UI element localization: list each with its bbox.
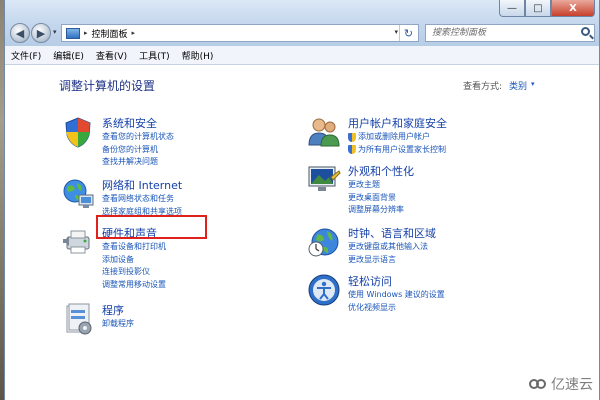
forward-button[interactable]: ▶ — [31, 23, 51, 43]
ease-of-access-icon — [308, 274, 340, 306]
menu-view[interactable]: 查看(V) — [90, 49, 133, 62]
link-windows-recommended-settings[interactable]: 使用 Windows 建议的设置 — [348, 289, 445, 302]
link-mobility-settings[interactable]: 调整常用移动设置 — [102, 279, 166, 292]
system-security-icon — [65, 117, 91, 148]
category-title[interactable]: 外观和个性化 — [348, 163, 414, 179]
clock-region-icon — [308, 228, 339, 257]
category-title[interactable]: 时钟、语言和区域 — [348, 225, 436, 241]
highlight-annotation-box — [96, 215, 207, 239]
link-optimize-visual-display[interactable]: 优化视频显示 — [348, 302, 445, 315]
category-title[interactable]: 程序 — [102, 302, 124, 318]
menu-file[interactable]: 文件(F) — [5, 49, 47, 62]
address-dropdown-icon[interactable]: ▾ — [394, 28, 398, 36]
search-icon[interactable] — [581, 27, 590, 36]
breadcrumb-arrow-icon[interactable]: ▸ — [132, 29, 136, 37]
programs-icon — [66, 303, 92, 335]
hardware-sound-icon — [63, 230, 90, 254]
control-panel-window: — □ X ◀ ▶ ▾ ▸ 控制面板 ▸ ▾ ↻ 文件(F) 编辑(E) 查看(… — [4, 0, 600, 400]
category-title[interactable]: 轻松访问 — [348, 273, 392, 289]
network-internet-icon — [63, 179, 94, 208]
watermark: 亿速云 — [529, 374, 593, 394]
link-network-status[interactable]: 查看网络状态和任务 — [102, 193, 182, 206]
breadcrumb-arrow-icon[interactable]: ▸ — [84, 29, 88, 37]
view-by-dropdown[interactable]: 类别 — [509, 79, 527, 92]
search-input[interactable] — [430, 27, 574, 39]
category-title[interactable]: 网络和 Internet — [102, 177, 182, 193]
link-uninstall-program[interactable]: 卸载程序 — [102, 318, 134, 331]
control-panel-icon — [66, 27, 80, 39]
menu-edit[interactable]: 编辑(E) — [47, 49, 90, 62]
address-bar[interactable]: ▸ 控制面板 ▸ ▾ ↻ — [61, 24, 419, 42]
link-view-computer-status[interactable]: 查看您的计算机状态 — [102, 131, 174, 144]
category-title[interactable]: 用户帐户和家庭安全 — [348, 115, 447, 131]
view-by-label: 查看方式: — [463, 82, 503, 92]
link-add-device[interactable]: 添加设备 — [102, 254, 166, 267]
chevron-down-icon[interactable]: ▾ — [531, 80, 535, 88]
link-add-remove-accounts[interactable]: 添加或删除用户帐户 — [348, 131, 446, 144]
link-parental-controls[interactable]: 为所有用户设置家长控制 — [348, 144, 446, 157]
watermark-text: 亿速云 — [551, 377, 593, 393]
menu-tools[interactable]: 工具(T) — [133, 49, 176, 62]
uac-shield-icon — [348, 145, 356, 155]
link-change-theme[interactable]: 更改主题 — [348, 179, 404, 192]
link-desktop-background[interactable]: 更改桌面背景 — [348, 192, 404, 205]
link-connect-projector[interactable]: 连接到投影仪 — [102, 266, 166, 279]
link-screen-resolution[interactable]: 调整屏幕分辨率 — [348, 204, 404, 217]
back-arrow-icon: ◀ — [15, 26, 25, 40]
title-bar: — □ X ◀ ▶ ▾ ▸ 控制面板 ▸ ▾ ↻ — [5, 0, 599, 46]
link-devices-printers[interactable]: 查看设备和打印机 — [102, 241, 166, 254]
content-area: 调整计算机的设置 查看方式: 类别 ▾ 系统和安全 查看您的计算机状态 备份您的… — [5, 65, 599, 400]
user-accounts-icon — [308, 118, 340, 147]
refresh-icon[interactable]: ↻ — [399, 25, 417, 41]
link-input-methods[interactable]: 更改键盘或其他输入法 — [348, 241, 428, 254]
maximize-button[interactable]: □ — [525, 0, 551, 17]
close-button[interactable]: X — [551, 0, 595, 17]
back-button[interactable]: ◀ — [10, 23, 30, 43]
breadcrumb-control-panel[interactable]: 控制面板 — [92, 27, 128, 40]
watermark-logo-icon — [529, 377, 547, 391]
search-box[interactable] — [425, 24, 595, 42]
recent-pages-dropdown[interactable]: ▾ — [53, 28, 57, 36]
link-backup-computer[interactable]: 备份您的计算机 — [102, 144, 174, 157]
page-title: 调整计算机的设置 — [59, 79, 156, 93]
link-troubleshoot[interactable]: 查找并解决问题 — [102, 156, 174, 169]
category-title[interactable]: 系统和安全 — [102, 115, 157, 131]
link-display-language[interactable]: 更改显示语言 — [348, 254, 428, 267]
appearance-icon — [308, 166, 341, 191]
uac-shield-icon — [348, 132, 356, 142]
window-controls: — □ X — [499, 0, 595, 18]
menu-help[interactable]: 帮助(H) — [176, 49, 220, 62]
minimize-button[interactable]: — — [499, 0, 525, 17]
forward-arrow-icon: ▶ — [36, 26, 46, 40]
menu-bar: 文件(F) 编辑(E) 查看(V) 工具(T) 帮助(H) — [5, 46, 599, 65]
